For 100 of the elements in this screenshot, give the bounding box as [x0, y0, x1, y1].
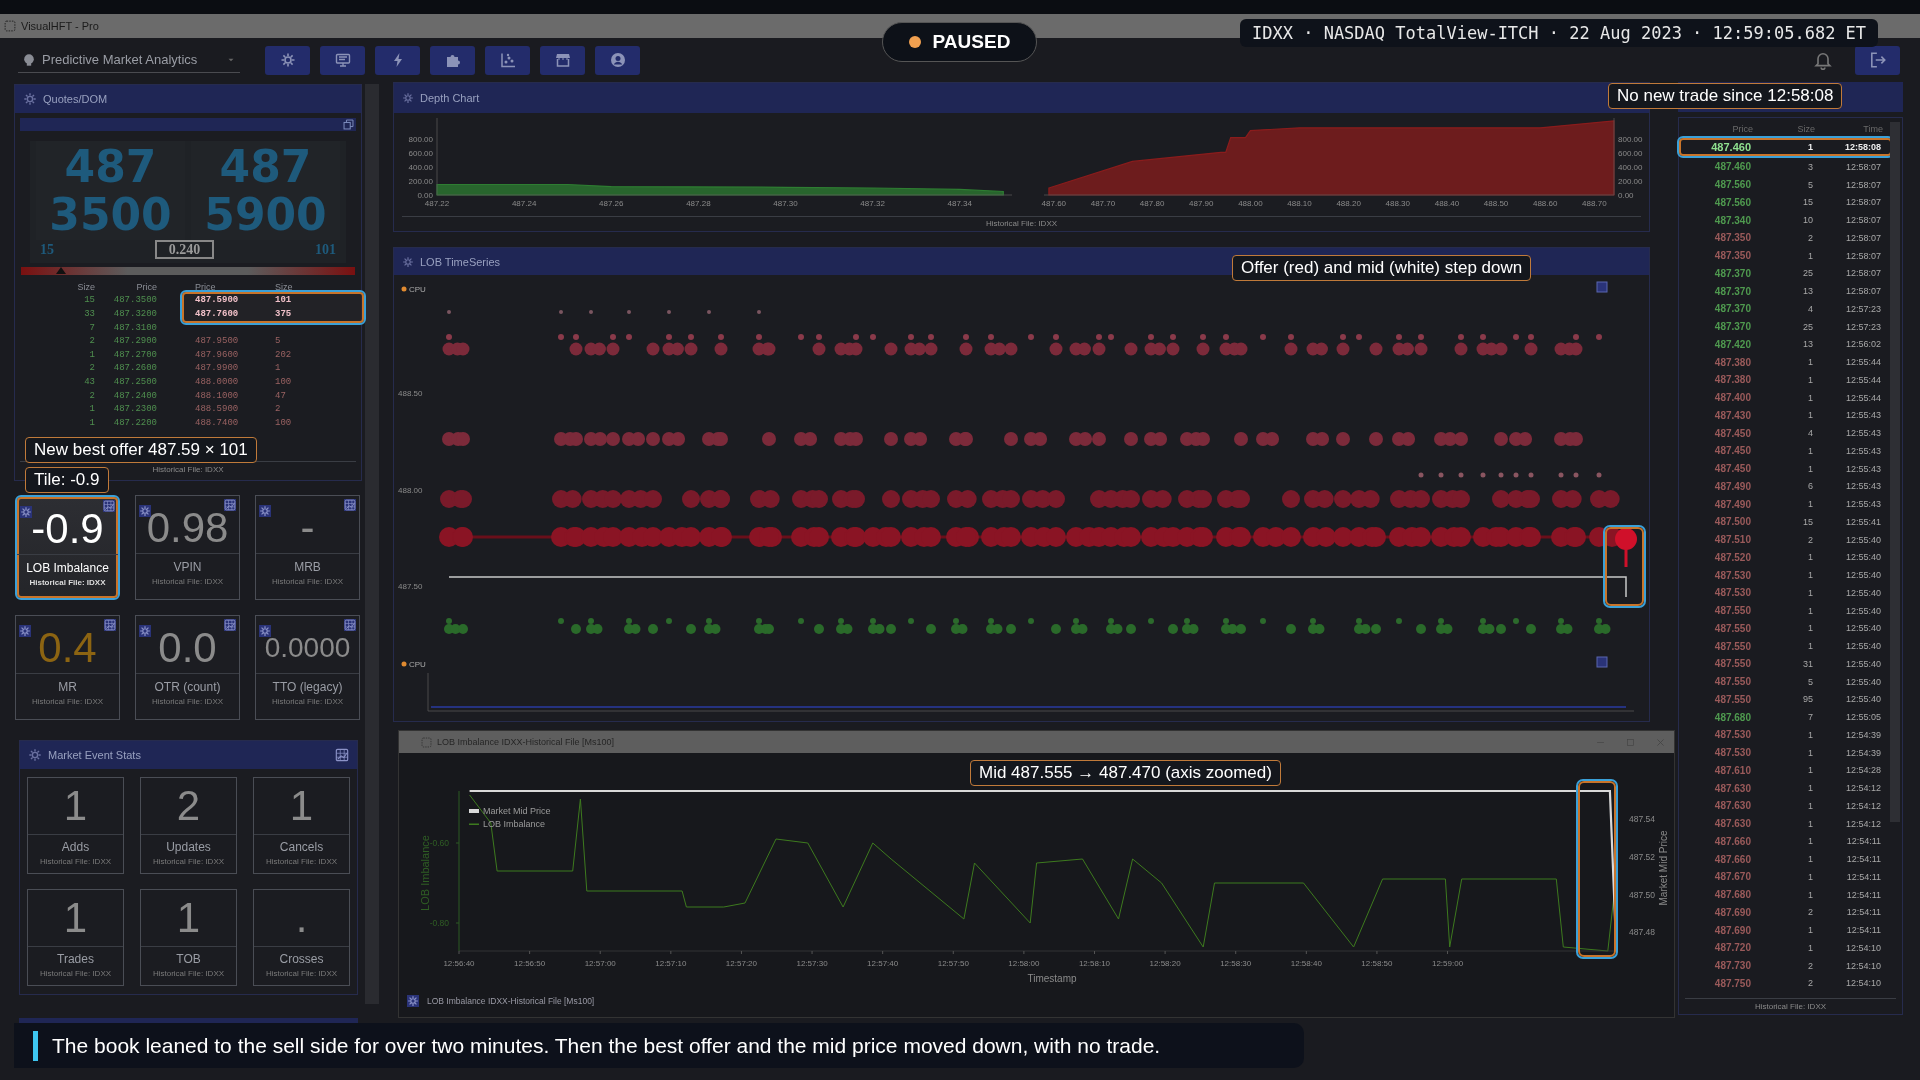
table-cell-text: 6 [1807, 481, 1814, 492]
metric-label: MRB [294, 560, 321, 574]
table-cell-text: 488.5900 [195, 404, 240, 415]
plugins-button[interactable] [430, 45, 475, 75]
table-cell-text: 487.2700 [112, 349, 157, 360]
display-button[interactable] [320, 45, 365, 75]
table-cell-text: 12:54:10 [1844, 960, 1882, 971]
table-cell-text: 488.7400 [195, 417, 240, 428]
table-cell-text: 12:58:07 [1844, 250, 1882, 261]
chart-grid-icon[interactable] [344, 619, 356, 631]
user-icon [609, 52, 626, 68]
settings-icon[interactable] [407, 995, 419, 1007]
stat-label: Crosses [279, 952, 324, 966]
table-cell-text: 487.660 [1713, 853, 1752, 865]
table-cell-text: 487.550 [1713, 676, 1752, 688]
table-cell-text: 12:55:40 [1844, 641, 1882, 652]
axis-tick-label: 12:58:10 [1078, 959, 1111, 968]
store-button[interactable] [540, 45, 585, 75]
table-cell-text: 12:54:11 [1845, 907, 1882, 918]
table-cell-text: 1 [1807, 623, 1814, 634]
settings-button[interactable] [265, 45, 310, 75]
table-cell-text: 12:55:40 [1844, 587, 1882, 598]
bell-icon[interactable] [1813, 50, 1833, 70]
stat-label: Adds [61, 840, 90, 854]
axis-tick-label: 487.80 [1139, 199, 1165, 208]
metric-value: 0.0000 [264, 631, 351, 664]
axis-tick-label: 12:57:50 [937, 959, 969, 968]
logout-button[interactable] [1855, 45, 1900, 75]
provider-dropdown[interactable]: Predictive Market Analytics [18, 47, 240, 73]
chart-grid-icon[interactable] [103, 500, 115, 512]
chart-grid-icon[interactable] [335, 748, 349, 762]
table-cell-text: 487.5900 [195, 295, 240, 306]
table-cell-text: 1 [1807, 800, 1814, 811]
table-cell-text: 31 [1802, 658, 1814, 669]
chart-grid-icon[interactable] [224, 619, 236, 631]
metric-value: - [300, 503, 315, 552]
table-cell-text: 487.510 [1713, 534, 1752, 546]
table-cell-text: 487.2300 [112, 404, 157, 415]
axis-tick-label: 488.60 [1532, 199, 1558, 208]
scrollbar[interactable] [365, 84, 379, 1004]
table-cell-text: 487.7600 [195, 309, 240, 319]
axis-tick-label: 487.60 [1041, 199, 1067, 208]
table-cell-text: 487.370 [1713, 285, 1752, 297]
scrollbar[interactable] [1890, 122, 1900, 822]
table-cell-text: 2 [1807, 960, 1814, 971]
axis-tick-label: 487.24 [511, 199, 537, 208]
axis-tick-label: 487.54 [1629, 814, 1655, 825]
axis-tick-label: 400.00 [1618, 163, 1643, 172]
chart-grid-icon[interactable] [344, 499, 356, 511]
table-cell-text: 1 [88, 417, 95, 428]
table-cell-text: 487.3100 [112, 322, 157, 333]
table-cell-text: 1 [1807, 392, 1814, 403]
panel-icon[interactable] [1596, 281, 1608, 293]
axis-tick-label: 488.50 [398, 389, 423, 398]
table-cell-text: 487.9600 [195, 349, 240, 360]
settings-icon[interactable] [402, 92, 414, 104]
settings-icon[interactable] [259, 625, 271, 637]
table-cell-text: 12:58:08 [1843, 142, 1882, 152]
axis-title: Market Mid Price [1658, 830, 1669, 906]
source-label: Historical File: IDXX [29, 578, 106, 587]
action-button[interactable] [375, 45, 420, 75]
legend-swatch [469, 809, 479, 813]
panel-icon[interactable] [1596, 656, 1608, 668]
table-cell-text: 1 [1807, 570, 1814, 581]
analytics-button[interactable] [485, 45, 530, 75]
copy-icon[interactable] [343, 119, 354, 130]
source-label: Historical File: IDXX [152, 465, 224, 474]
settings-icon[interactable] [19, 625, 31, 637]
window-footer-label: LOB Imbalance IDXX-Historical File [Ms100] [427, 996, 595, 1006]
axis-tick-label: 12:59:00 [1431, 959, 1464, 968]
table-cell-text: 1 [1807, 605, 1814, 616]
table-cell-text: 487.670 [1713, 871, 1752, 883]
head-icon [22, 52, 36, 67]
table-cell-text: 12:54:10 [1844, 978, 1882, 989]
table-cell-text: 487.630 [1713, 782, 1752, 794]
settings-icon[interactable] [259, 505, 271, 517]
panel-title: LOB TimeSeries [420, 255, 501, 268]
axis-tick-label: 12:57:20 [725, 959, 757, 968]
table-cell-text: 12:54:11 [1845, 889, 1882, 900]
table-cell-text: 12:54:10 [1844, 942, 1882, 953]
account-button[interactable] [595, 45, 640, 75]
chart-grid-icon[interactable] [224, 499, 236, 511]
metric-label: OTR (count) [154, 680, 221, 694]
table-cell-text: 1 [1807, 499, 1814, 510]
settings-icon[interactable] [402, 255, 414, 268]
table-cell-text: 12:55:40 [1844, 605, 1882, 616]
chart-grid-icon[interactable] [104, 619, 116, 631]
table-cell-text: 12:58:07 [1844, 268, 1882, 279]
settings-icon[interactable] [28, 748, 42, 762]
settings-icon[interactable] [20, 506, 32, 518]
settings-icon[interactable] [23, 92, 37, 106]
axis-title: LOB Imbalance [419, 835, 431, 911]
accent-bar [33, 1030, 38, 1061]
column-header: Time [1862, 123, 1883, 134]
spread-value: 0.240 [154, 240, 215, 259]
metric-label: TTO (legacy) [272, 680, 343, 694]
table-cell-text: 12:54:12 [1844, 800, 1882, 811]
table-cell-text: 487.680 [1713, 711, 1752, 723]
settings-icon[interactable] [139, 625, 151, 637]
table-cell-text: 2 [88, 336, 95, 347]
